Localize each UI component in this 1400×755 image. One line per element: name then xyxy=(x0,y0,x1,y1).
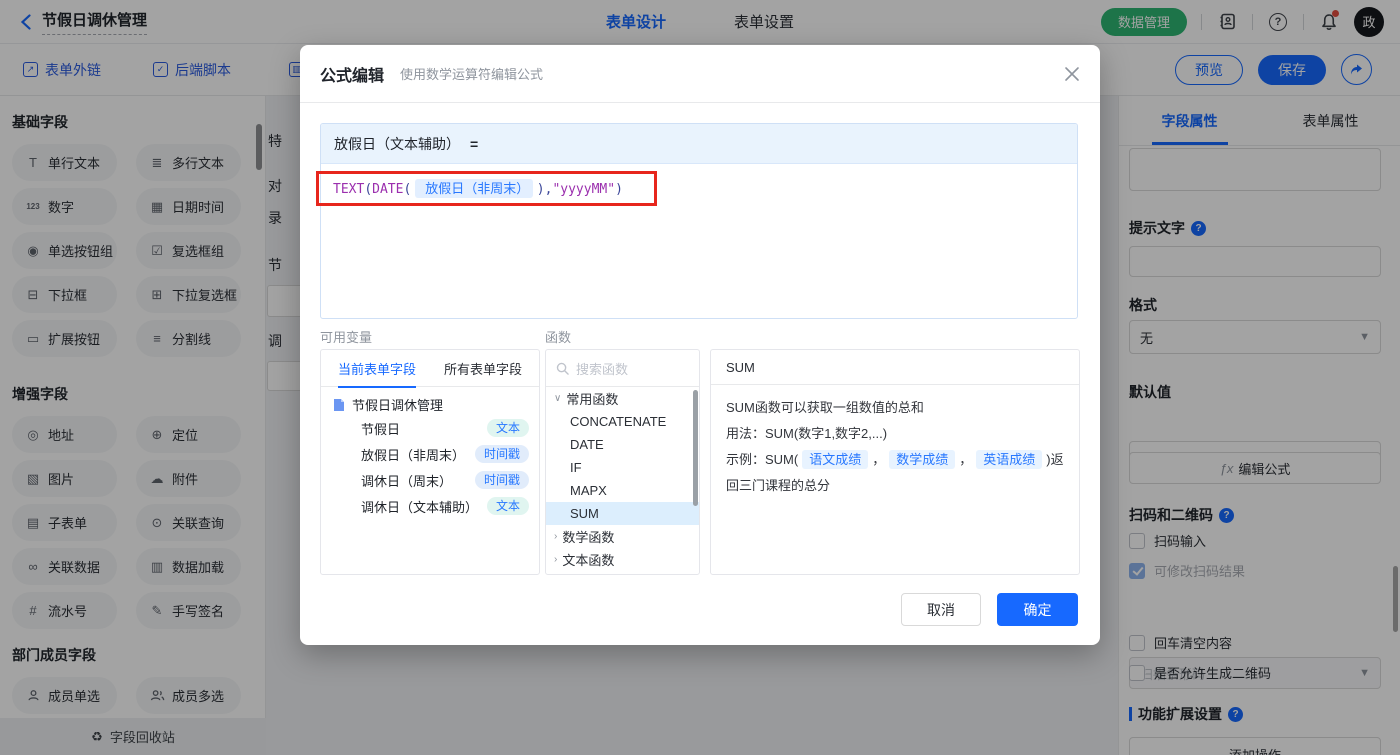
function-description: SUM函数可以获取一组数值的总和 xyxy=(726,395,1064,421)
variables-panel: 当前表单字段 所有表单字段 节假日调休管理 节假日 文本 放假日（非周末） 时间… xyxy=(320,349,540,575)
chevron-collapsed-icon: › xyxy=(554,531,557,542)
variable-row[interactable]: 放假日（非周末） 时间戳 xyxy=(321,441,539,467)
variable-type-tag: 文本 xyxy=(487,497,529,515)
formula-target-field: 放假日（文本辅助） xyxy=(334,134,460,154)
formula-editor[interactable]: 放假日（文本辅助） = TEXT(DATE(放假日（非周末）),"yyyyMM"… xyxy=(320,123,1078,319)
variables-tree-root[interactable]: 节假日调休管理 xyxy=(321,387,539,415)
variable-type-tag: 时间戳 xyxy=(475,471,529,489)
equals-sign: = xyxy=(470,136,478,152)
function-detail-title: SUM xyxy=(711,350,1079,385)
tab-all-form-fields[interactable]: 所有表单字段 xyxy=(444,359,522,378)
form-doc-icon xyxy=(333,398,345,412)
variable-name: 放假日（非周末） xyxy=(361,445,465,464)
example-field-chip: 英语成绩 xyxy=(976,450,1042,469)
modal-subtitle: 使用数学运算符编辑公式 xyxy=(400,64,543,83)
variable-name: 节假日 xyxy=(361,419,400,438)
modal-title: 公式编辑 xyxy=(320,62,384,86)
function-usage: 用法：SUM(数字1,数字2,...) xyxy=(726,421,1064,447)
variable-row[interactable]: 调休日（周末） 时间戳 xyxy=(321,467,539,493)
chevron-collapsed-icon: › xyxy=(554,554,557,565)
function-example: 示例：SUM(语文成绩，数学成绩，英语成绩)返回三门课程的总分 xyxy=(726,447,1064,499)
functions-label: 函数 xyxy=(545,327,571,346)
example-field-chip: 数学成绩 xyxy=(889,450,955,469)
variables-tabs: 当前表单字段 所有表单字段 xyxy=(321,350,539,387)
formula-editor-modal: 公式编辑 使用数学运算符编辑公式 放假日（文本辅助） = TEXT(DATE(放… xyxy=(300,45,1100,645)
function-search[interactable]: 搜索函数 xyxy=(546,350,699,387)
formula-target-bar: 放假日（文本辅助） = xyxy=(321,124,1077,164)
variable-row[interactable]: 调休日（文本辅助） 文本 xyxy=(321,493,539,519)
search-placeholder: 搜索函数 xyxy=(576,359,628,378)
tab-current-form-fields[interactable]: 当前表单字段 xyxy=(338,359,416,378)
functions-scrollbar[interactable] xyxy=(693,390,698,506)
app: 节假日调休管理 表单设计 表单设置 数据管理 ? 政 ↗ 表单外链 xyxy=(0,0,1400,755)
red-annotation-box xyxy=(316,171,657,206)
variables-label: 可用变量 xyxy=(320,327,372,346)
function-item-sum-selected[interactable]: SUM xyxy=(546,502,699,525)
variable-name: 调休日（文本辅助） xyxy=(361,497,478,516)
variable-row[interactable]: 节假日 文本 xyxy=(321,415,539,441)
modal-header: 公式编辑 使用数学运算符编辑公式 xyxy=(300,45,1100,103)
function-group-math[interactable]: › 数学函数 xyxy=(546,525,699,548)
example-field-chip: 语文成绩 xyxy=(802,450,868,469)
function-item-concatenate[interactable]: CONCATENATE xyxy=(546,410,699,433)
search-icon xyxy=(556,362,569,375)
variable-type-tag: 时间戳 xyxy=(475,445,529,463)
chevron-expanded-icon: ∨ xyxy=(554,393,561,404)
cancel-button[interactable]: 取消 xyxy=(901,593,981,626)
variable-name: 调休日（周末） xyxy=(361,471,452,490)
function-group-text[interactable]: › 文本函数 xyxy=(546,548,699,571)
functions-panel: 搜索函数 ∨ 常用函数 CONCATENATE DATE IF MAPX SUM… xyxy=(545,349,700,575)
function-item-if[interactable]: IF xyxy=(546,456,699,479)
function-detail-body: SUM函数可以获取一组数值的总和 用法：SUM(数字1,数字2,...) 示例：… xyxy=(711,385,1079,509)
close-icon[interactable] xyxy=(1064,66,1080,82)
variable-type-tag: 文本 xyxy=(487,419,529,437)
function-item-mapx[interactable]: MAPX xyxy=(546,479,699,502)
function-detail-panel: SUM SUM函数可以获取一组数值的总和 用法：SUM(数字1,数字2,...)… xyxy=(710,349,1080,575)
confirm-button[interactable]: 确定 xyxy=(997,593,1078,626)
function-item-date[interactable]: DATE xyxy=(546,433,699,456)
function-group-common[interactable]: ∨ 常用函数 xyxy=(546,387,699,410)
